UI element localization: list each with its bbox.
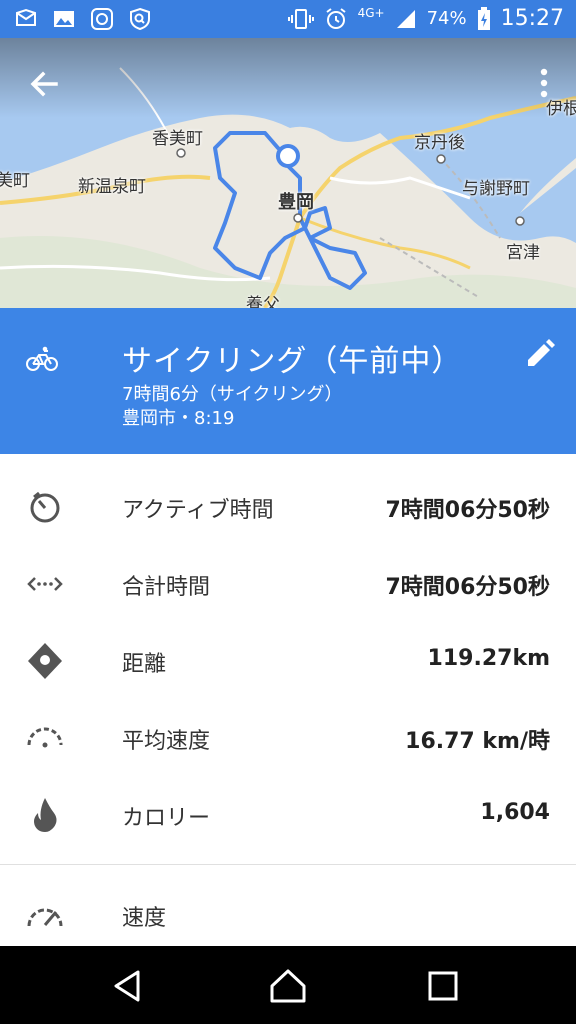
mail-icon <box>14 7 38 31</box>
shield-search-icon <box>128 7 152 31</box>
route-map[interactable]: 香美町 新温泉町 美町 豊岡 京丹後 与謝野町 宮津 伊根 養父 <box>0 38 576 308</box>
alarm-icon <box>324 7 348 31</box>
stat-value: 1,604 <box>480 800 550 825</box>
edit-pencil-icon[interactable] <box>524 338 556 370</box>
home-nav-icon[interactable] <box>268 968 308 1004</box>
navigation-bar <box>0 946 576 1024</box>
stat-value: 16.77 km/時 <box>405 729 550 754</box>
battery-charging-icon <box>477 6 491 31</box>
stat-row-active-time: アクティブ時間 7時間06分50秒 <box>0 468 576 545</box>
location-pin-icon <box>26 642 64 680</box>
map-label-yosano: 与謝野町 <box>462 179 530 199</box>
flame-icon <box>26 796 64 834</box>
back-nav-icon[interactable] <box>108 968 148 1004</box>
stat-row-avg-speed: 平均速度 16.77 km/時 <box>0 699 576 776</box>
stat-label: 平均速度 <box>122 729 211 754</box>
map-label-shin-onsen: 新温泉町 <box>78 177 146 197</box>
stat-row-distance: 距離 119.27km <box>0 622 576 699</box>
total-time-icon <box>26 565 64 603</box>
activity-header: サイクリング（午前中） 7時間6分（サイクリング） 豊岡市・8:19 <box>0 308 576 454</box>
map-label-miyazu: 宮津 <box>506 243 540 263</box>
stat-label: 合計時間 <box>122 575 211 600</box>
stat-row-calories: カロリー 1,604 <box>0 776 576 853</box>
stat-label: カロリー <box>122 806 211 831</box>
stat-value: 7時間06分50秒 <box>385 575 550 600</box>
more-options-icon[interactable] <box>540 68 548 98</box>
speed-gauge-icon <box>26 900 64 930</box>
map-label-left-cut: 美町 <box>0 171 30 191</box>
map-top-shade <box>0 38 576 118</box>
image-icon <box>52 7 76 31</box>
status-bar: 4G+ 74% 15:27 <box>0 0 576 38</box>
clock: 15:27 <box>500 6 564 31</box>
map-label-kasumi: 香美町 <box>152 129 203 149</box>
stat-label: アクティブ時間 <box>122 498 274 523</box>
speed-section-label: 速度 <box>122 906 167 931</box>
battery-percent: 74% <box>426 8 467 29</box>
speed-section[interactable]: 速度 <box>0 880 576 946</box>
activity-title: サイクリング（午前中） <box>122 344 463 379</box>
map-label-kyotango: 京丹後 <box>414 133 465 153</box>
app-icon <box>90 7 114 31</box>
stat-label: 距離 <box>122 652 167 677</box>
activity-duration: 7時間6分（サイクリング） <box>122 384 343 405</box>
recents-nav-icon[interactable] <box>422 968 462 1004</box>
network-type: 4G+ <box>357 5 385 20</box>
activity-place-time: 豊岡市・8:19 <box>122 408 235 429</box>
bicycle-icon <box>26 346 58 372</box>
map-label-ine: 伊根 <box>546 99 576 119</box>
stats-list: アクティブ時間 7時間06分50秒 合計時間 7時間06分50秒 距離 119.… <box>0 468 576 853</box>
stat-value: 7時間06分50秒 <box>385 498 550 523</box>
stat-row-total-time: 合計時間 7時間06分50秒 <box>0 545 576 622</box>
section-divider <box>0 864 576 865</box>
back-arrow-icon[interactable] <box>26 66 62 102</box>
map-label-yabu: 養父 <box>246 295 280 308</box>
speedometer-icon <box>26 719 64 757</box>
signal-icon <box>395 8 417 30</box>
map-label-toyooka: 豊岡 <box>278 192 314 213</box>
vibrate-icon <box>287 7 314 31</box>
stat-value: 119.27km <box>427 646 550 671</box>
timer-icon <box>26 488 64 526</box>
